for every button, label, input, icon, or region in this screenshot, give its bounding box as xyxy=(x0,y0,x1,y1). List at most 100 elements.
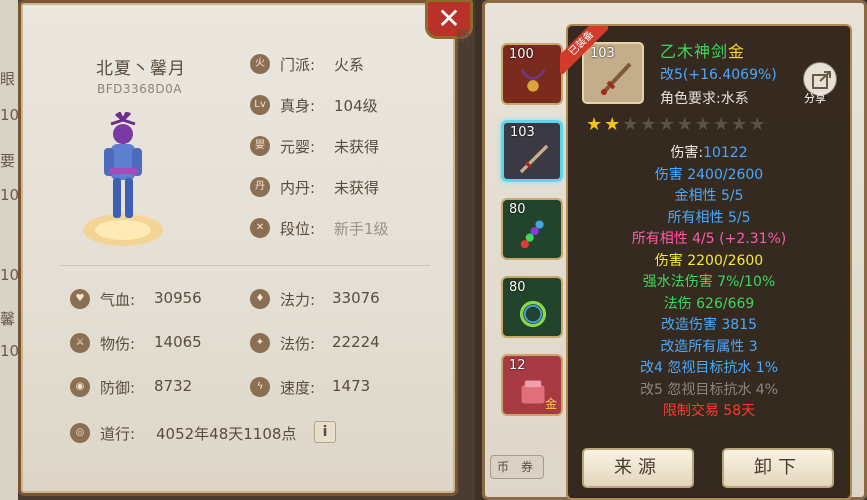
spiral-icon: ◎ xyxy=(70,423,90,443)
lotus-icon: 婴 xyxy=(250,136,270,156)
attribute-value: 未获得 xyxy=(334,179,380,197)
stat-label: 物伤: xyxy=(100,335,136,353)
attribute-label: 元婴: xyxy=(280,138,316,156)
attribute-value: 104级 xyxy=(334,97,378,115)
item-stat-line: 所有相性 5/5 xyxy=(667,209,751,226)
shield-icon: ◉ xyxy=(70,377,90,397)
stat-value: 30956 xyxy=(154,289,202,307)
star-icon: ★ xyxy=(604,114,623,135)
inventory-slot-sword[interactable]: 103 xyxy=(501,120,563,182)
item-stat-line: 法伤 626/669 xyxy=(663,295,755,312)
drop-icon: ♦ xyxy=(250,289,270,309)
stat-value: 14065 xyxy=(154,333,202,351)
item-stat-line: 所有相性 4/5 (+2.31%) xyxy=(631,231,787,247)
slot-level: 103 xyxy=(510,125,535,140)
background-list-fragment: 10 xyxy=(0,106,20,124)
attribute-label: 内丹: xyxy=(280,179,316,197)
slot-level: 100 xyxy=(509,47,534,62)
background-list-fragment: 眼 xyxy=(0,70,16,88)
inventory-slot-necklace[interactable]: 100 xyxy=(501,43,563,105)
necklace-icon xyxy=(520,68,546,92)
item-name: 乙木神剑金 xyxy=(660,42,746,61)
stat-label: 速度: xyxy=(280,379,316,397)
slot-level: 80 xyxy=(509,202,526,217)
stat-label: 法力: xyxy=(280,291,316,309)
equipped-ribbon: 已装备 xyxy=(560,26,608,74)
currency-tab-coin[interactable]: 币 xyxy=(491,456,515,478)
sword-icon xyxy=(519,144,549,174)
stat-value: 22224 xyxy=(332,333,380,351)
item-stat-line: 改造所有属性 3 xyxy=(660,338,758,355)
core-icon: 丹 xyxy=(250,177,270,197)
item-grade-badge: 金 xyxy=(728,42,746,61)
star-icon: ★ xyxy=(622,114,641,135)
dao-value: 4052年48天1108点 xyxy=(156,425,297,443)
fire-icon: 火 xyxy=(250,54,270,74)
attribute-value: 火系 xyxy=(334,56,365,74)
item-stat-line: 伤害 2200/2600 xyxy=(654,252,764,269)
item-stat-line: 改5 忽视目标抗水 4% xyxy=(639,381,779,398)
star-icon: ★ xyxy=(640,114,659,135)
inventory-tab-hint: 新 xyxy=(456,29,470,45)
stat-value: 1473 xyxy=(332,377,371,395)
attribute-label: 真身: xyxy=(280,97,316,115)
inventory-slot-beads[interactable]: 80 xyxy=(501,198,563,260)
dao-label: 道行: xyxy=(100,425,136,443)
attribute-label: 段位: xyxy=(280,220,316,238)
star-icon: ★ xyxy=(712,114,732,135)
slot-level: 80 xyxy=(509,280,526,295)
inventory-slot-box[interactable]: 12 金 xyxy=(501,354,563,416)
slot-level: 12 xyxy=(509,358,526,373)
item-stats: 伤害:10122 伤害 2400/2600 金相性 5/5 所有相性 5/5 所有相性 … xyxy=(568,142,850,422)
background-list-fragment: 馨 xyxy=(0,310,16,328)
item-stat-line: 金相性 5/5 xyxy=(674,188,744,204)
star-icon: ★ xyxy=(694,114,713,135)
item-requirement: 角色要求:水系 xyxy=(660,91,749,107)
stat-value: 8732 xyxy=(154,377,193,395)
stat-label: 气血: xyxy=(100,291,136,309)
attribute-label: 门派: xyxy=(280,56,316,74)
star-rating: ★★★★★★★★★★ xyxy=(586,114,846,135)
share-label: 分享 xyxy=(804,92,826,105)
attribute-value: 未获得 xyxy=(334,138,380,156)
section-divider xyxy=(60,265,430,266)
background-list-fragment: 10 xyxy=(0,266,20,284)
info-button[interactable]: i xyxy=(314,421,336,443)
star-icon: ★ xyxy=(749,114,768,135)
star-icon: ★ xyxy=(658,114,677,135)
stat-label: 防御: xyxy=(100,379,136,397)
item-stat-line: 伤害 2400/2600 xyxy=(654,166,764,183)
stat-value: 33076 xyxy=(332,289,380,307)
unequip-button[interactable]: 卸下 xyxy=(722,448,834,488)
currency-tab-ticket[interactable]: 券 xyxy=(515,456,539,478)
background-list-fragment: 10 xyxy=(0,342,20,360)
background-list-fragment: 要 xyxy=(0,152,16,170)
item-stat-line: 改4 忽视目标抗水 1% xyxy=(639,360,779,376)
item-stat-line: 限制交易 58天 xyxy=(662,403,756,419)
ring-icon xyxy=(519,300,547,328)
source-button[interactable]: 来源 xyxy=(582,448,694,488)
slot-grade-badge: 金 xyxy=(544,397,557,411)
character-id: BFD3368D0A xyxy=(97,82,182,96)
star-icon: ★ xyxy=(676,114,695,135)
inventory-slot-ring[interactable]: 80 xyxy=(501,276,563,338)
flame-icon: ✦ xyxy=(250,333,270,353)
background-list-fragment: 10 xyxy=(0,186,20,204)
attribute-value: 新手1级 xyxy=(334,220,389,238)
character-name: 北夏丶馨月 xyxy=(96,59,186,79)
item-stat-line: 伤害:10122 xyxy=(670,145,748,161)
star-icon: ★ xyxy=(731,114,750,135)
item-stat-line: 强水法伤害 7%/10% xyxy=(642,274,776,290)
item-stat-line: 改造伤害 3815 xyxy=(660,317,758,333)
sword-icon: ⚔ xyxy=(70,333,90,353)
heart-icon: ♥ xyxy=(70,289,90,309)
item-modification: 改5(+16.4069%) xyxy=(660,67,777,83)
currency-tabs: 币券 xyxy=(490,455,544,479)
swords-icon: ✕ xyxy=(250,218,270,238)
bolt-icon: ϟ xyxy=(250,377,270,397)
beads-icon xyxy=(520,220,544,249)
star-icon: ★ xyxy=(586,114,605,135)
stat-label: 法伤: xyxy=(280,335,316,353)
background-list-edge: 眼 10 要 10 10 馨 10 xyxy=(0,0,20,500)
character-avatar xyxy=(83,112,163,246)
